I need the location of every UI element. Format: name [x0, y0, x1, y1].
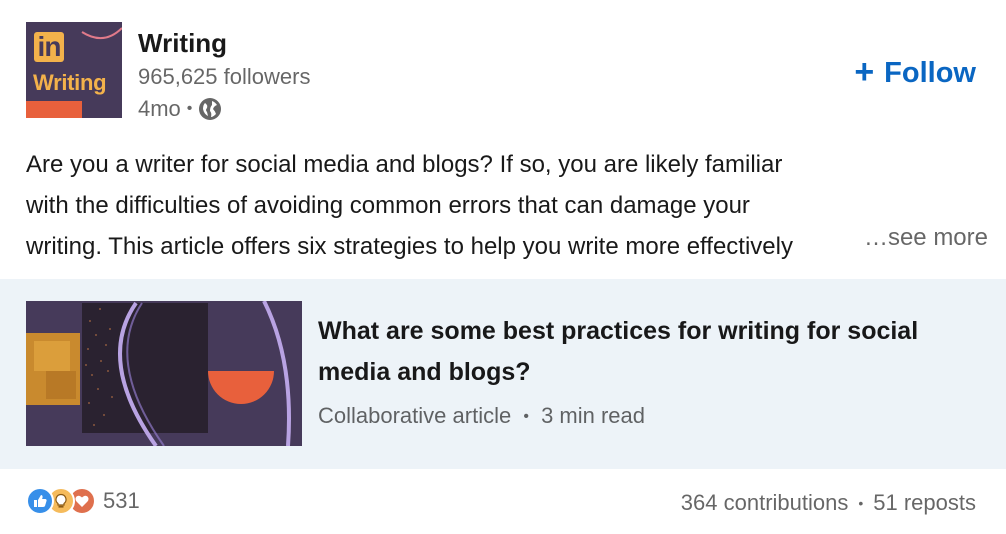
globe-icon: [199, 98, 222, 120]
meta-separator: •: [523, 408, 529, 425]
post-meta: 4mo •: [138, 96, 222, 122]
post-age: 4mo: [138, 96, 181, 121]
follow-label: Follow: [884, 56, 976, 89]
see-more-link[interactable]: …see more: [837, 224, 988, 252]
article-thumbnail[interactable]: [26, 301, 302, 446]
company-logo[interactable]: in Writing: [26, 22, 122, 118]
contributions-link[interactable]: 364 contributions: [681, 490, 849, 516]
article-read-time: 3 min read: [541, 403, 646, 428]
logo-arc-decoration: [81, 27, 122, 39]
reactions-summary[interactable]: 531: [26, 487, 140, 515]
follow-button[interactable]: + Follow: [854, 53, 976, 91]
like-icon: [26, 487, 54, 515]
meta-separator: •: [186, 100, 193, 117]
post-body: Are you a writer for social media and bl…: [26, 144, 976, 267]
article-thumbnail-art: [26, 301, 302, 446]
stats-separator: •: [858, 495, 864, 511]
reaction-count[interactable]: 531: [103, 488, 140, 514]
post-text-line: Are you a writer for social media and bl…: [26, 151, 783, 178]
engagement-stats: 364 contributions • 51 reposts: [681, 490, 976, 516]
follower-count: 965,625 followers: [138, 64, 311, 89]
article-meta: Collaborative article • 3 min read: [318, 403, 645, 429]
article-card[interactable]: What are some best practices for writing…: [0, 279, 1006, 469]
post-text-line: with the difficulties of avoiding common…: [26, 192, 750, 219]
plus-icon: +: [854, 53, 875, 91]
article-type: Collaborative article: [318, 403, 512, 428]
post-text-line: writing. This article offers six strateg…: [26, 233, 793, 260]
article-title[interactable]: What are some best practices for writing…: [318, 311, 958, 393]
reposts-link[interactable]: 51 reposts: [873, 490, 976, 516]
author-name[interactable]: Writing: [138, 28, 227, 59]
